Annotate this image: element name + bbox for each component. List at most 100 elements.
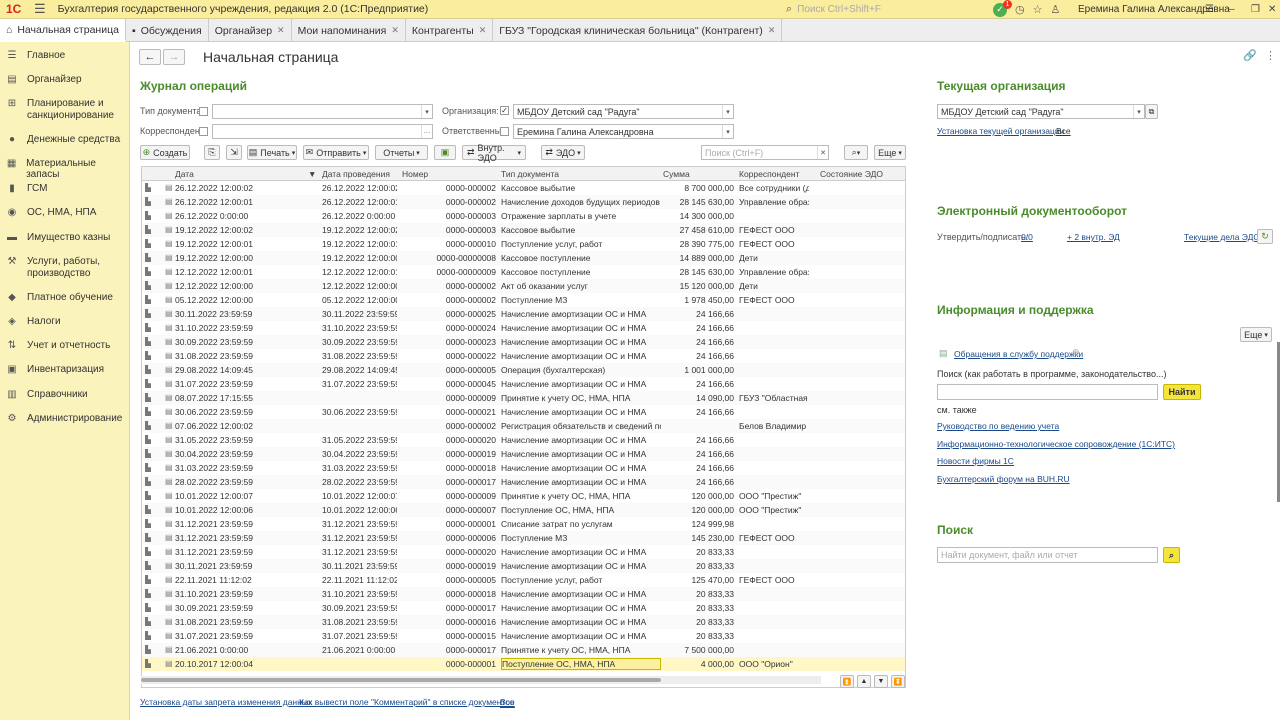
sidebar-item-admin[interactable]: ⚙ Администрирование — [0, 413, 130, 425]
table-row[interactable]: ▙ ▤ 31.07.2022 23:59:59 31.07.2022 23:59:59… — [142, 377, 905, 391]
table-row[interactable]: ▙ ▤ 05.12.2022 12:00:00 05.12.2022 12:00:00… — [142, 293, 905, 307]
search-options-button[interactable]: ⌕ ▾ — [844, 145, 868, 160]
notifications-icon[interactable]: ✓ 1 — [993, 0, 1012, 17]
info-search-input[interactable] — [937, 384, 1158, 400]
chevron-down-icon[interactable]: ▾ — [722, 125, 733, 138]
scroll-last-button[interactable]: ⏬ — [891, 675, 905, 688]
table-row[interactable]: ▙ ▤ 26.12.2022 12:00:02 26.12.2022 12:00:02… — [142, 181, 905, 195]
edo-button[interactable]: ⇄ ЭДО ▾ — [541, 145, 585, 160]
sidebar-item-taxes[interactable]: ◈ Налоги — [0, 316, 130, 328]
table-row[interactable]: ▙ ▤ 10.01.2022 12:00:06 10.01.2022 12:00:06… — [142, 503, 905, 517]
refresh-button[interactable]: ↻ — [1257, 229, 1273, 244]
settings-menu-icon[interactable]: ☰ — [1205, 0, 1214, 19]
back-button[interactable]: ← — [139, 49, 161, 65]
responsible-field[interactable]: Еремина Галина Александровна ▾ — [513, 124, 734, 139]
table-row[interactable]: ▙ ▤ 07.06.2022 12:00:02 0000-000002 Регистра… — [142, 419, 905, 433]
post-button[interactable]: ⇲ — [226, 145, 242, 160]
table-row[interactable]: ▙ ▤ 10.01.2022 12:00:07 10.01.2022 12:00:07… — [142, 489, 905, 503]
tab-home[interactable]: ⌂ Начальная страница — [0, 19, 126, 42]
table-row[interactable]: ▙ ▤ 08.07.2022 17:15:55 0000-000009 Принятие… — [142, 391, 905, 405]
link-its[interactable]: Информационно-технологическое сопровожде… — [937, 439, 1175, 449]
find-button[interactable]: Найти — [1163, 384, 1201, 400]
col-header-posting-date[interactable]: Дата проведения — [322, 169, 390, 179]
user-icon[interactable]: ♙ — [1050, 3, 1060, 16]
table-row[interactable]: ▙ ▤ 29.08.2022 14:09:45 29.08.2022 14:09:45… — [142, 363, 905, 377]
col-header-number[interactable]: Номер — [402, 169, 428, 179]
responsible-checkbox[interactable] — [500, 127, 509, 136]
ellipsis-icon[interactable]: … — [421, 125, 432, 138]
table-row[interactable]: ▙ ▤ 31.10.2022 23:59:59 31.10.2022 23:59:59… — [142, 321, 905, 335]
table-row[interactable]: ▙ ▤ 20.10.2017 12:00:04 0000-000001 Поступле… — [142, 657, 905, 671]
menu-icon[interactable]: ☰ — [34, 1, 46, 17]
table-row[interactable]: ▙ ▤ 31.08.2022 23:59:59 31.08.2022 23:59:59… — [142, 349, 905, 363]
table-row[interactable]: ▙ ▤ 30.11.2021 23:59:59 30.11.2021 23:59:59… — [142, 559, 905, 573]
print-button[interactable]: ▤ Печать ▾ — [247, 145, 297, 160]
link-icon[interactable]: 🔗 — [1243, 49, 1257, 62]
more-icon[interactable]: ⋮ — [1265, 49, 1276, 62]
tab-counterparties[interactable]: Контрагенты ✕ — [406, 19, 494, 42]
table-row[interactable]: ▙ ▤ 28.02.2022 23:59:59 28.02.2022 23:59:59… — [142, 475, 905, 489]
history-icon[interactable]: ◷ — [1015, 3, 1025, 16]
tab-organizer[interactable]: Органайзер ✕ — [209, 19, 292, 42]
org-field[interactable]: МБДОУ Детский сад "Радуга" ▾ — [513, 104, 734, 119]
link-news[interactable]: Новости фирмы 1С — [937, 456, 1014, 466]
table-row[interactable]: ▙ ▤ 12.12.2022 12:00:00 12.12.2022 12:00:00… — [142, 279, 905, 293]
internal-edo-button[interactable]: ⇄ Внутр. ЭДО ▾ — [462, 143, 526, 163]
help-icon[interactable]: ⊛ — [1072, 347, 1080, 358]
table-row[interactable]: ▙ ▤ 26.12.2022 12:00:01 26.12.2022 12:00:01… — [142, 195, 905, 209]
sidebar-item-main[interactable]: ☰ Главное — [0, 50, 130, 62]
table-row[interactable]: ▙ ▤ 19.12.2022 12:00:00 19.12.2022 12:00:00… — [142, 251, 905, 265]
col-header-sum[interactable]: Сумма — [663, 169, 690, 179]
global-doc-search-button[interactable]: ⌕ — [1163, 547, 1180, 563]
link-comment-field[interactable]: Как вывести поле "Комментарий" в списке … — [299, 697, 515, 707]
open-org-button[interactable]: ⧉ — [1145, 104, 1158, 119]
doctype-field[interactable]: ▾ — [212, 104, 433, 119]
correspondent-field[interactable]: … — [212, 124, 433, 139]
link-forum[interactable]: Бухгалтерский форум на BUH.RU — [937, 474, 1070, 484]
col-header-doctype[interactable]: Тип документа — [501, 169, 559, 179]
minimize-icon[interactable]: – — [1229, 0, 1235, 19]
sidebar-item-stock[interactable]: ▦ Материальные запасы — [0, 158, 130, 180]
info-more-button[interactable]: Еще ▾ — [1240, 327, 1272, 342]
doctype-checkbox[interactable] — [199, 107, 208, 116]
favorites-icon[interactable]: ☆ — [1033, 3, 1043, 16]
copy-button[interactable]: ⎘ — [204, 145, 220, 160]
table-row[interactable]: ▙ ▤ 21.06.2021 0:00:00 21.06.2021 0:00:00 00… — [142, 643, 905, 657]
link-date-lock[interactable]: Установка даты запрета изменения данных — [140, 697, 312, 707]
scroll-thumb[interactable] — [141, 678, 661, 682]
scroll-first-button[interactable]: ⏫ — [840, 675, 854, 688]
org-checkbox[interactable]: ✓ — [500, 106, 509, 115]
link-all[interactable]: Все — [500, 697, 515, 708]
table-row[interactable]: ▙ ▤ 30.06.2022 23:59:59 30.06.2022 23:59:59… — [142, 405, 905, 419]
global-search[interactable]: ⌕ Поиск Ctrl+Shift+F — [786, 2, 986, 17]
sidebar-item-money[interactable]: ● Денежные средства — [0, 134, 130, 146]
table-row[interactable]: ▙ ▤ 30.11.2022 23:59:59 30.11.2022 23:59:59… — [142, 307, 905, 321]
sidebar-item-education[interactable]: ◆ Платное обучение — [0, 292, 130, 304]
sidebar-item-treasury[interactable]: ▬ Имущество казны — [0, 232, 130, 244]
col-header-date[interactable]: Дата — [175, 169, 194, 179]
sidebar-item-catalog[interactable]: ▥ Справочники — [0, 389, 130, 401]
scroll-up-button[interactable]: ▲ — [857, 675, 871, 688]
table-row[interactable]: ▙ ▤ 31.10.2021 23:59:59 31.10.2021 23:59:59… — [142, 587, 905, 601]
table-row[interactable]: ▙ ▤ 31.12.2021 23:59:59 31.12.2021 23:59:59… — [142, 545, 905, 559]
tab-reminders[interactable]: Мои напоминания ✕ — [292, 19, 406, 42]
sidebar-item-assets[interactable]: ◉ ОС, НМА, НПА — [0, 207, 130, 219]
table-row[interactable]: ▙ ▤ 12.12.2022 12:00:01 12.12.2022 12:00:01… — [142, 265, 905, 279]
table-row[interactable]: ▙ ▤ 31.08.2021 23:59:59 31.08.2021 23:59:59… — [142, 615, 905, 629]
create-button[interactable]: ⊕ Создать — [140, 145, 190, 160]
sidebar-item-fuel[interactable]: ▮ ГСМ — [0, 183, 130, 195]
chevron-down-icon[interactable]: ▾ — [1133, 105, 1144, 118]
link-guide[interactable]: Руководство по ведению учета — [937, 421, 1059, 431]
col-header-edo-state[interactable]: Состояние ЭДО — [820, 169, 883, 179]
table-row[interactable]: ▙ ▤ 30.04.2022 23:59:59 30.04.2022 23:59:59… — [142, 447, 905, 461]
table-row[interactable]: ▙ ▤ 31.07.2021 23:59:59 31.07.2021 23:59:59… — [142, 629, 905, 643]
clear-icon[interactable]: ✕ — [817, 146, 828, 159]
horizontal-scrollbar[interactable] — [141, 676, 821, 684]
forward-button[interactable]: → — [163, 49, 185, 65]
link-support[interactable]: Обращения в службу поддержки — [954, 349, 1083, 359]
table-row[interactable]: ▙ ▤ 30.09.2021 23:59:59 30.09.2021 23:59:59… — [142, 601, 905, 615]
sidebar-item-planning[interactable]: ⊞ Планирование и санкционирование — [0, 98, 130, 122]
table-row[interactable]: ▙ ▤ 31.12.2021 23:59:59 31.12.2021 23:59:59… — [142, 517, 905, 531]
chevron-down-icon[interactable]: ▾ — [722, 105, 733, 118]
maximize-icon[interactable]: ❐ — [1251, 0, 1260, 19]
